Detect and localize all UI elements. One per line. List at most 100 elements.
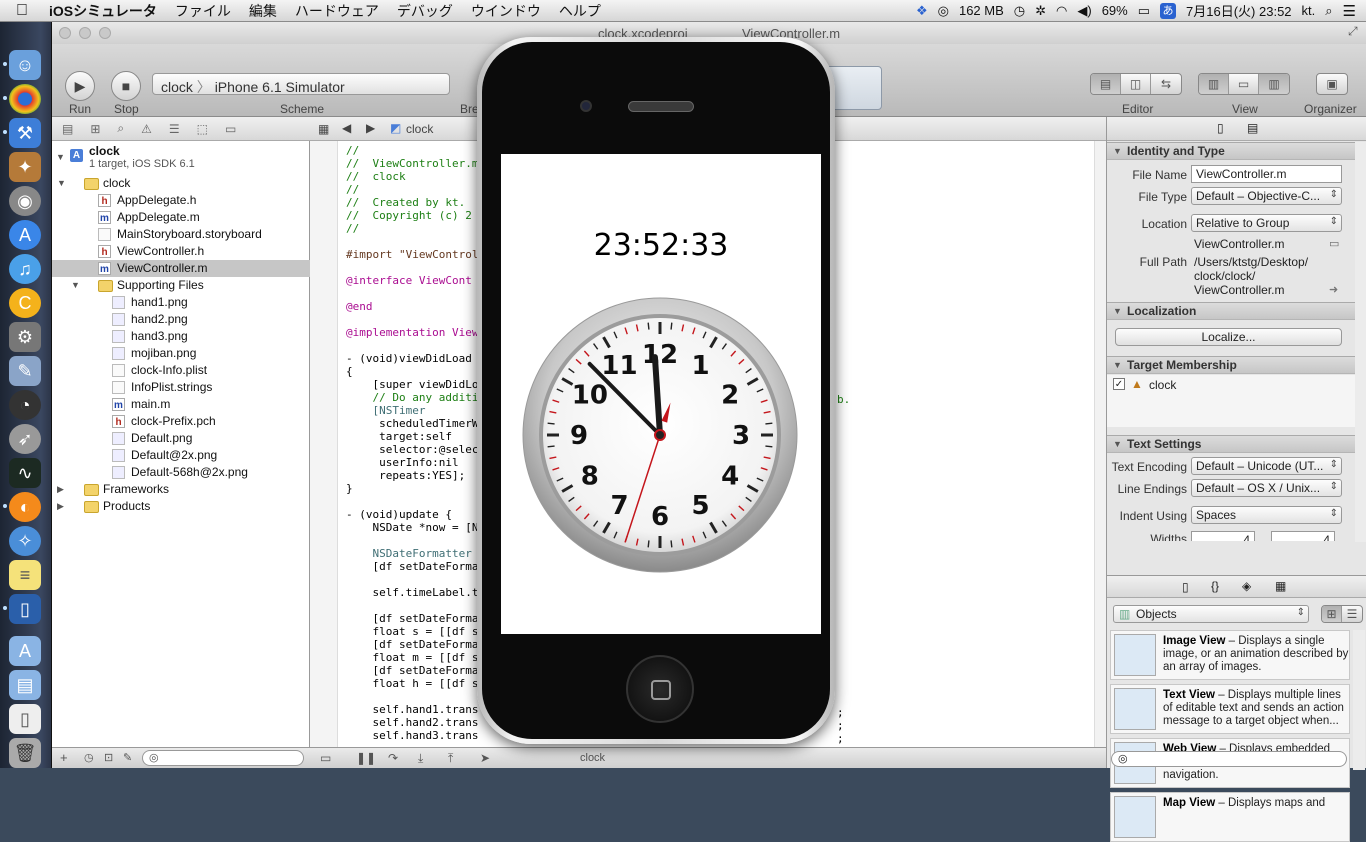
debug-area-toggle-icon[interactable]: ▭ [1229, 74, 1259, 94]
navigator-toggle-icon[interactable]: ▥ [1199, 74, 1229, 94]
disclosure-open-icon[interactable]: ▼ [57, 175, 66, 192]
menu-hardware[interactable]: ハードウェア [286, 1, 388, 21]
input-method-icon[interactable]: あ [1160, 2, 1177, 19]
firefox-icon[interactable]: ◐ [9, 492, 41, 522]
battery-icon[interactable]: ▭ [1138, 3, 1150, 19]
battery-percent[interactable]: 69% [1102, 3, 1128, 18]
file-template-library-icon[interactable]: ▯ [1182, 580, 1189, 594]
document-icon[interactable]: ▯ [9, 704, 41, 734]
itunes-icon[interactable]: ♫ [9, 254, 41, 284]
memory-readout[interactable]: 162 MB [959, 3, 1004, 18]
stop-button[interactable]: ■ [111, 71, 141, 101]
recent-files-icon[interactable]: ◷ [84, 751, 94, 764]
dashboard-icon[interactable]: ◔ [9, 390, 41, 420]
group-row[interactable]: ▼ Supporting Files [52, 277, 310, 294]
zoom-window-button[interactable] [99, 27, 111, 39]
disclosure-closed-icon[interactable]: ▶ [57, 481, 64, 498]
debug-navigator-icon[interactable]: ☰ [169, 122, 180, 136]
menu-edit[interactable]: 編集 [240, 1, 286, 21]
apple-menu-icon[interactable]:  [0, 2, 40, 20]
organizer-icon[interactable]: ▣ [1317, 74, 1347, 94]
indent-width-field[interactable]: 4 [1271, 531, 1335, 541]
file-name-field[interactable]: ViewController.m [1191, 165, 1342, 183]
file-row[interactable]: hand2.png [52, 311, 310, 328]
log-navigator-icon[interactable]: ▭ [225, 122, 236, 136]
localize-button[interactable]: Localize... [1115, 328, 1342, 346]
menu-app[interactable]: iOSシミュレータ [40, 1, 166, 21]
project-navigator-icon[interactable]: ▤ [62, 122, 73, 136]
file-row[interactable]: m ViewController.m [52, 260, 310, 277]
file-row[interactable]: h AppDelegate.h [52, 192, 310, 209]
menu-file[interactable]: ファイル [166, 1, 240, 21]
organizer-button[interactable]: ▣ [1316, 73, 1348, 95]
breakpoint-navigator-icon[interactable]: ⬚ [197, 122, 208, 136]
ios-simulator-icon[interactable]: ▯ [9, 594, 41, 624]
text-settings-header[interactable]: Text Settings [1107, 435, 1366, 453]
safari-icon[interactable]: ✧ [9, 526, 41, 556]
wifi-icon[interactable]: ◠ [1056, 3, 1067, 19]
reveal-in-finder-icon[interactable]: ➜ [1329, 283, 1338, 296]
file-row[interactable]: m AppDelegate.m [52, 209, 310, 226]
fullscreen-icon[interactable]: ⤢ [1348, 24, 1358, 39]
bluetooth-icon[interactable]: ✲ [1035, 3, 1046, 19]
symbol-navigator-icon[interactable]: ⊞ [90, 122, 100, 136]
xcode-icon[interactable]: ⚒ [9, 118, 41, 148]
minimize-window-button[interactable] [79, 27, 91, 39]
file-row[interactable]: h clock-Prefix.pch [52, 413, 310, 430]
pause-icon[interactable]: ❚❚ [356, 751, 376, 765]
library-object-item[interactable]: Text View – Displays multiple lines of e… [1110, 684, 1350, 734]
code-snippet-library-icon[interactable]: {} [1211, 579, 1219, 593]
library-object-item[interactable]: Map View – Displays maps and [1110, 792, 1350, 842]
cyberduck-icon[interactable]: ✦ [9, 152, 41, 182]
step-out-icon[interactable]: ⤒ [448, 751, 453, 766]
launchpad-icon[interactable]: ◉ [9, 186, 41, 216]
grid-view-icon[interactable]: ⊞ [1322, 606, 1342, 622]
applications-folder-icon[interactable]: A [9, 636, 41, 666]
media-library-icon[interactable]: ▦ [1275, 579, 1286, 593]
file-row[interactable]: Default-568h@2x.png [52, 464, 310, 481]
menu-help[interactable]: ヘルプ [550, 1, 610, 21]
dropbox-icon[interactable]: ❖ [916, 3, 928, 19]
editor-mode-control[interactable]: ▤ ◫ ⇆ [1090, 73, 1182, 95]
simulate-location-icon[interactable]: ➤ [480, 751, 490, 765]
back-arrow-icon[interactable]: ◀ [342, 121, 351, 135]
unsaved-filter-icon[interactable]: ✎ [123, 751, 132, 764]
file-row[interactable]: MainStoryboard.storyboard [52, 226, 310, 243]
file-row[interactable]: clock-Info.plist [52, 362, 310, 379]
file-row[interactable]: hand1.png [52, 294, 310, 311]
preview-icon[interactable]: ✎ [9, 356, 41, 386]
menu-window[interactable]: ウインドウ [462, 1, 550, 21]
menu-debug[interactable]: デバッグ [388, 1, 462, 21]
utilities-toggle-icon[interactable]: ▥ [1259, 74, 1289, 94]
indent-using-popup[interactable]: Spaces [1191, 506, 1342, 524]
debug-target-label[interactable]: clock [580, 752, 605, 764]
file-row[interactable]: m main.m [52, 396, 310, 413]
editor-scrollbar[interactable] [1094, 141, 1106, 747]
list-view-icon[interactable]: ☰ [1342, 606, 1362, 622]
quick-help-icon[interactable]: ▤ [1247, 121, 1258, 135]
text-encoding-popup[interactable]: Default – Unicode (UT... [1191, 457, 1342, 475]
disclosure-open-icon[interactable]: ▼ [56, 149, 65, 166]
navigator-filter-field[interactable]: ◎ [142, 750, 304, 766]
device-screen[interactable]: 23:52:33 12 1 2 3 4 5 6 7 8 9 10 11 [501, 154, 821, 634]
step-over-icon[interactable]: ↷ [388, 751, 398, 765]
group-row[interactable]: ▼ clock [52, 175, 310, 192]
step-into-icon[interactable]: ⤓ [418, 751, 423, 766]
file-inspector-icon[interactable]: ▯ [1217, 121, 1224, 135]
close-window-button[interactable] [59, 27, 71, 39]
identity-and-type-header[interactable]: Identity and Type [1107, 142, 1366, 160]
choose-location-icon[interactable]: ▭ [1329, 237, 1339, 250]
library-filter-field[interactable]: ◎ [1111, 751, 1347, 767]
library-scrollbar[interactable] [1353, 630, 1365, 770]
activity-monitor-icon[interactable]: ∿ [9, 458, 41, 488]
file-row[interactable]: Default@2x.png [52, 447, 310, 464]
assistant-editor-icon[interactable]: ◫ [1121, 74, 1151, 94]
file-row[interactable]: InfoPlist.strings [52, 379, 310, 396]
standard-editor-icon[interactable]: ▤ [1091, 74, 1121, 94]
spotlight-icon[interactable]: ⌕ [1325, 3, 1332, 19]
related-files-icon[interactable]: ▦ [318, 122, 329, 136]
target-membership-header[interactable]: Target Membership [1107, 356, 1366, 374]
volume-icon[interactable]: ◀) [1077, 3, 1091, 19]
issue-navigator-icon[interactable]: ⚠ [141, 122, 152, 136]
debug-area-toggle-icon[interactable]: ▭ [320, 751, 331, 765]
